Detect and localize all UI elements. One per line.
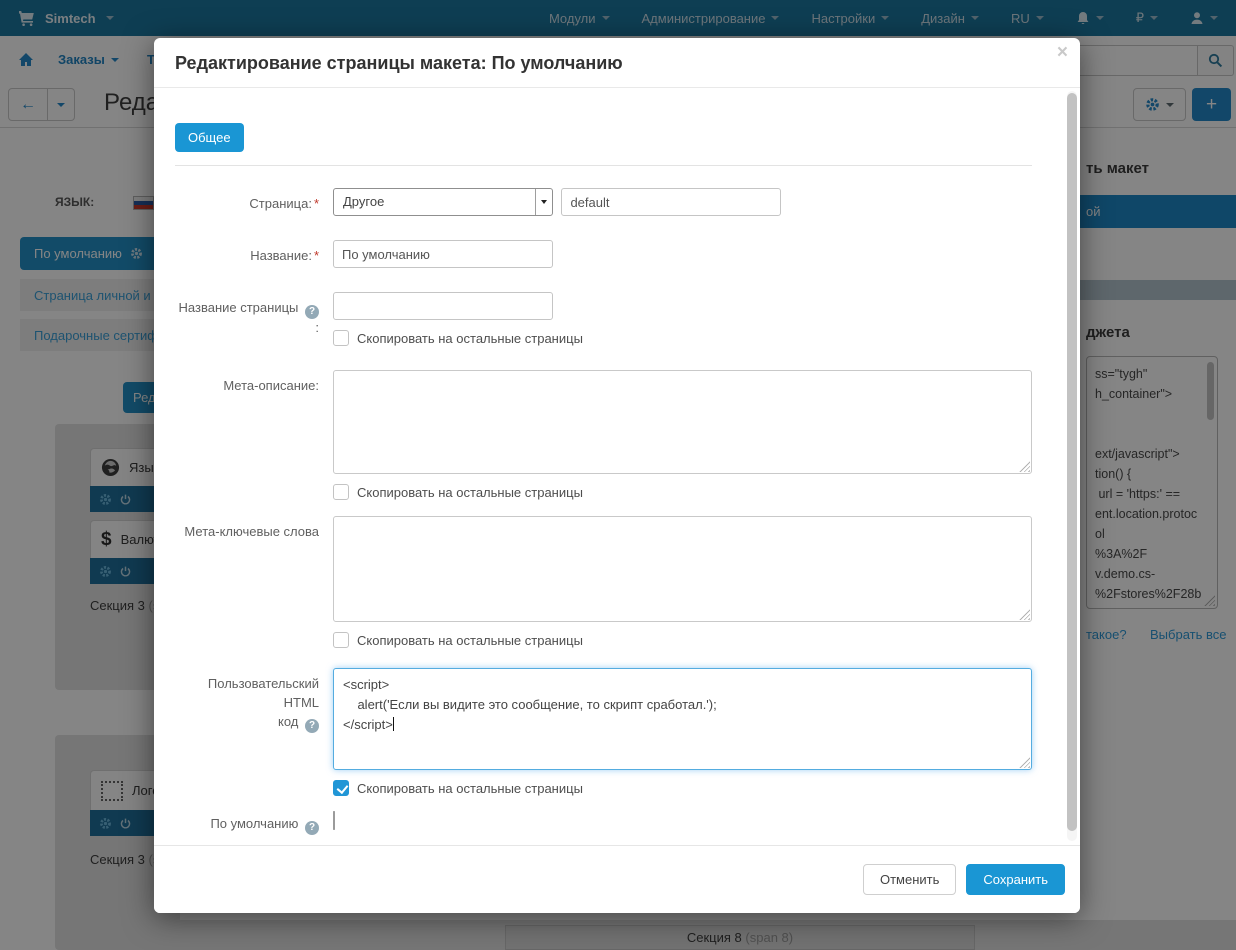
copy-checkbox-row: Скопировать на остальные страницы: [333, 484, 1032, 500]
meta-description-textarea[interactable]: [333, 370, 1032, 474]
required-mark: *: [314, 248, 319, 263]
html-code-textarea[interactable]: <script> alert('Если вы видите это сообщ…: [333, 668, 1032, 770]
required-mark: *: [314, 196, 319, 211]
meta-keywords-textarea[interactable]: [333, 516, 1032, 622]
layout-page-form: Страница:* Другое Название:* Назван: [175, 188, 1032, 835]
save-button[interactable]: Сохранить: [966, 864, 1065, 895]
meta-description-label: Мета-описание:: [175, 370, 333, 500]
copy-checkbox-row: Скопировать на остальные страницы: [333, 632, 1032, 648]
copy-checkbox-row: Скопировать на остальные страницы: [333, 330, 1032, 346]
tab-general[interactable]: Общее: [175, 123, 244, 152]
form-row-html-code: Пользовательский HTML код ? <script> ale…: [175, 668, 1032, 796]
cancel-button[interactable]: Отменить: [863, 864, 956, 895]
copy-checkbox-label: Скопировать на остальные страницы: [357, 485, 583, 500]
modal-footer: Отменить Сохранить: [154, 845, 1080, 913]
default-label: По умолчанию ?: [175, 808, 333, 835]
form-row-name: Название:*: [175, 240, 1032, 268]
form-row-page-title: Название страницы ?: Скопировать на оста…: [175, 292, 1032, 346]
modal-header: Редактирование страницы макета: По умолч…: [154, 38, 1080, 88]
default-checkbox-checked[interactable]: [333, 811, 335, 830]
text-cursor: [393, 717, 394, 731]
chevron-down-icon: [535, 189, 552, 215]
copy-checkbox-label: Скопировать на остальные страницы: [357, 331, 583, 346]
copy-checkbox[interactable]: [333, 330, 349, 346]
edit-layout-page-modal: Редактирование страницы макета: По умолч…: [154, 38, 1080, 913]
tabs-divider: [175, 165, 1032, 166]
copy-checkbox-row: Скопировать на остальные страницы: [333, 780, 1032, 796]
help-icon[interactable]: ?: [305, 305, 319, 319]
page-label: Страница:*: [175, 188, 333, 216]
html-code-label: Пользовательский HTML код ?: [175, 668, 333, 796]
name-input[interactable]: [333, 240, 553, 268]
copy-checkbox-checked[interactable]: [333, 780, 349, 796]
name-label: Название:*: [175, 240, 333, 268]
modal-scrollbar[interactable]: [1067, 91, 1077, 841]
form-row-meta-description: Мета-описание: Скопировать на остальные …: [175, 370, 1032, 500]
copy-checkbox[interactable]: [333, 632, 349, 648]
page-value-input[interactable]: [561, 188, 781, 216]
copy-checkbox[interactable]: [333, 484, 349, 500]
copy-checkbox-label: Скопировать на остальные страницы: [357, 633, 583, 648]
modal-body: Общее Страница:* Другое Название:*: [154, 88, 1080, 845]
modal-title: Редактирование страницы макета: По умолч…: [154, 38, 1080, 88]
meta-keywords-label: Мета-ключевые слова: [175, 516, 333, 648]
help-icon[interactable]: ?: [305, 719, 319, 733]
page-select[interactable]: Другое: [333, 188, 553, 216]
form-row-default: По умолчанию ?: [175, 808, 1032, 835]
form-row-meta-keywords: Мета-ключевые слова Скопировать на остал…: [175, 516, 1032, 648]
help-icon[interactable]: ?: [305, 821, 319, 835]
close-icon[interactable]: ×: [1057, 42, 1068, 64]
form-row-page: Страница:* Другое: [175, 188, 1032, 216]
page-title-input[interactable]: [333, 292, 553, 320]
scrollbar-thumb[interactable]: [1067, 93, 1077, 831]
page-title-label: Название страницы ?:: [175, 292, 333, 346]
copy-checkbox-label: Скопировать на остальные страницы: [357, 781, 583, 796]
